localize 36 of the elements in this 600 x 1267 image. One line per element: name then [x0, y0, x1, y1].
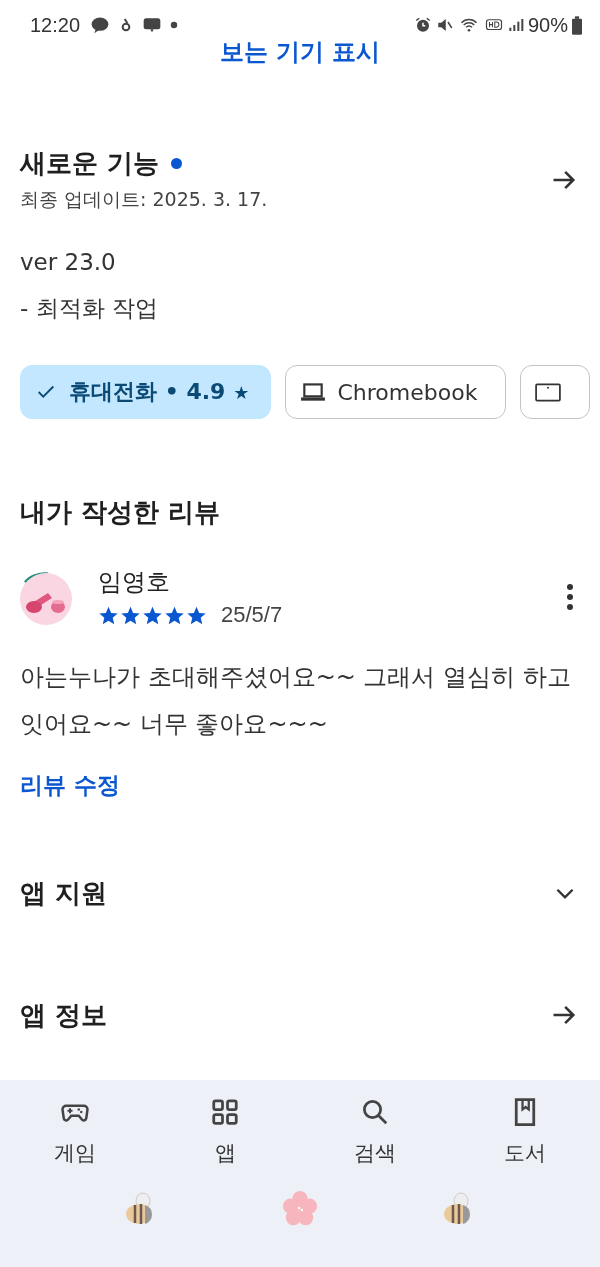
grid-icon — [210, 1097, 240, 1127]
search-icon — [360, 1097, 390, 1127]
nav-tab[interactable]: 검색 — [320, 1094, 430, 1168]
reviewer-name: 임영호 — [98, 567, 171, 598]
note-line: - 최적화 작업 — [20, 294, 159, 323]
signal-icon — [507, 16, 524, 34]
device-chip[interactable]: 휴대전화 • 4.9 ★ — [20, 365, 271, 419]
alarm-icon — [413, 16, 432, 34]
review-date: 25/5/7 — [221, 602, 283, 628]
update-date: 최종 업데이트: 2025. 3. 17. — [20, 187, 268, 212]
more-vert-icon — [566, 583, 574, 611]
device-chip[interactable]: Chromebook — [284, 365, 507, 419]
star-icon — [186, 604, 207, 626]
section-title: 새로운 기능 — [20, 147, 160, 180]
link[interactable]: 보는 기기 표시 — [219, 36, 381, 68]
battery-percentage: 90% — [527, 13, 568, 37]
flower-icon — [281, 1190, 319, 1228]
note-line: ver 23.0 — [20, 248, 117, 277]
star-icon — [164, 604, 185, 626]
dot-icon — [170, 21, 179, 29]
nav-tab[interactable]: 앱 — [170, 1094, 280, 1168]
chat-bubble-icon — [90, 15, 111, 35]
star-icon — [120, 604, 141, 626]
section-title: 내가 작성한 리뷰 — [19, 496, 222, 529]
star-icon — [98, 604, 119, 626]
device-chip[interactable] — [520, 365, 591, 419]
clock-time: 12:20 — [30, 13, 81, 37]
battery-icon — [572, 15, 582, 35]
review-text: 아는누나가 초대해주셨어요~~ 그래서 열심히 하고 잇어요~~ 너무 좋아요~~~ — [19, 662, 572, 740]
section-title: 앱 지원 — [20, 876, 108, 910]
nav-tab[interactable]: 도서 — [470, 1094, 580, 1168]
star-icon — [142, 604, 163, 626]
section-title: 앱 정보 — [20, 998, 108, 1032]
mute-icon — [435, 16, 454, 34]
nav-tab[interactable]: 게임 — [20, 1094, 130, 1168]
edit-review-link[interactable]: 리뷰 수정 — [20, 772, 120, 798]
